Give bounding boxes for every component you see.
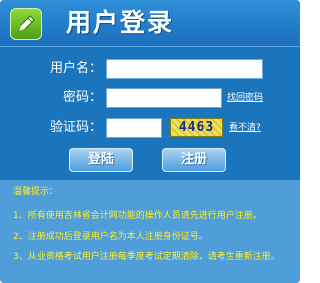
username-input[interactable]: [106, 59, 263, 79]
pen-icon: [10, 8, 42, 40]
password-input[interactable]: [106, 88, 222, 108]
password-label: 密码：: [62, 90, 102, 105]
login-button[interactable]: 登陆: [69, 148, 133, 172]
captcha-image-text: 4463: [178, 120, 215, 135]
captcha-refresh-link[interactable]: 看不清?: [229, 117, 261, 139]
login-header: 用户登录: [0, 0, 300, 47]
forgot-password-link[interactable]: 找回密码: [227, 87, 263, 109]
register-button[interactable]: 注册: [162, 148, 226, 172]
tip-item: 2、注册成功后登录用户名为本人注册身份证号。: [13, 232, 208, 242]
tips-panel: 温馨提示： 1、所有使用吉林省会计网功能的操作人员请先进行用户注册。 2、注册成…: [0, 180, 300, 283]
page-title: 用户登录: [66, 8, 175, 37]
login-panel: 用户登录 用户名： 密码： 找回密码 验证码： 4463 看不清? 登陆 注册 …: [0, 0, 300, 283]
captcha-label: 验证码：: [49, 120, 102, 135]
captcha-input[interactable]: [106, 118, 162, 138]
username-label: 用户名：: [49, 61, 102, 76]
captcha-image[interactable]: 4463: [170, 118, 223, 137]
tip-item: 1、所有使用吉林省会计网功能的操作人员请先进行用户注册。: [13, 211, 262, 221]
tip-item: 3、从业资格考试用户注册每季度考试定期清除，请考生重新注册。: [13, 252, 280, 262]
tips-title: 温馨提示：: [13, 187, 59, 197]
